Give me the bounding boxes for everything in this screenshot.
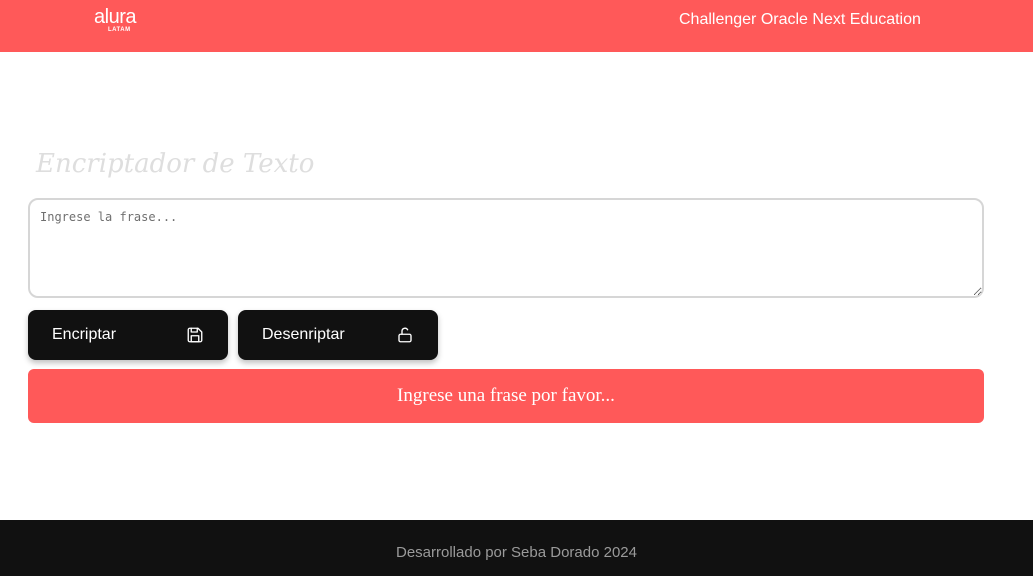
encrypt-button[interactable]: Encriptar <box>28 310 228 360</box>
logo-wordmark: alura <box>94 6 136 28</box>
page-title: Encriptador de Texto <box>36 149 315 179</box>
decrypt-button[interactable]: Desenriptar <box>238 310 438 360</box>
encrypt-button-label: Encriptar <box>52 326 117 343</box>
unlock-icon <box>398 327 412 343</box>
top-header: alura LATAM Challenger Oracle Next Educa… <box>0 0 1033 52</box>
alura-logo[interactable]: alura LATAM <box>94 6 138 36</box>
footer-credit: Desarrollado por Seba Dorado 2024 <box>396 544 637 561</box>
logo-subtitle: LATAM <box>108 27 131 33</box>
result-message: Ingrese una frase por favor... <box>397 385 615 406</box>
page-footer: Desarrollado por Seba Dorado 2024 <box>0 520 1033 576</box>
decrypt-button-label: Desenriptar <box>262 326 345 343</box>
header-title: Challenger Oracle Next Education <box>679 11 921 28</box>
phrase-input[interactable] <box>28 198 984 298</box>
save-icon <box>187 327 203 343</box>
result-message-box: Ingrese una frase por favor... <box>28 369 984 423</box>
